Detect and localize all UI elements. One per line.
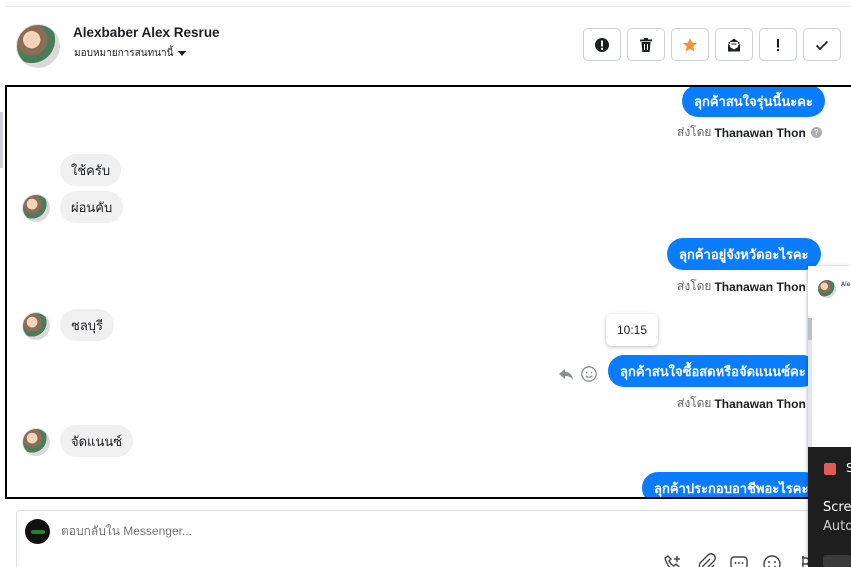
- star-icon: [682, 37, 698, 51]
- sent-by-label: ส่งโดย Thanawan Thon ?: [677, 123, 822, 142]
- timestamp-tooltip: 10:15: [606, 314, 658, 346]
- message-thread[interactable]: ลุกค้าสนใจรุ่นนี้นะคะ ส่งโดย Thanawan Th…: [5, 85, 851, 499]
- sent-by-agent: Thanawan Thon: [714, 396, 806, 411]
- mail-icon: [727, 38, 741, 51]
- help-icon[interactable]: ?: [810, 127, 822, 138]
- star-button[interactable]: [671, 28, 709, 61]
- notification-title: S: [846, 461, 851, 475]
- mark-done-button[interactable]: [803, 28, 841, 61]
- sent-by-prefix: ส่งโดย: [677, 125, 712, 139]
- composer-tools: [662, 553, 816, 567]
- notification-app-icon: [824, 463, 836, 475]
- contact-avatar-small: [22, 194, 50, 222]
- call-add-icon[interactable]: [662, 553, 684, 567]
- conversation-toolbar: [583, 28, 841, 61]
- sent-by-label: ส่งโดย Thanawan Thon: [677, 394, 806, 413]
- notification-action-button[interactable]: [823, 555, 851, 567]
- message-bubble-outgoing[interactable]: ลุกค้าอยู่จังหวัดอะไรคะ: [667, 238, 821, 270]
- notification-line-2: Auto: [823, 519, 851, 534]
- mark-unread-button[interactable]: [715, 28, 753, 61]
- delete-button[interactable]: [627, 28, 665, 61]
- check-icon: [815, 40, 829, 50]
- message-actions: [557, 365, 598, 383]
- top-divider: [6, 6, 851, 7]
- message-bubble-outgoing[interactable]: ลุกค้าประกอบอาชีพอะไรคะ: [642, 472, 821, 497]
- contact-avatar[interactable]: [16, 24, 60, 68]
- sent-by-label: ส่งโดย Thanawan Thon: [677, 277, 806, 296]
- attachment-icon[interactable]: [695, 553, 717, 567]
- trash-icon: [640, 37, 652, 52]
- mini-contact-name: Ale: [841, 281, 851, 288]
- contact-name[interactable]: Alexbaber Alex Resrue: [73, 25, 220, 40]
- assign-label: มอบหมายการสนทนานี้: [74, 48, 174, 59]
- follow-up-button[interactable]: [759, 28, 797, 61]
- scroll-rail[interactable]: [0, 112, 3, 168]
- sent-by-agent: Thanawan Thon: [714, 125, 806, 140]
- reply-composer: [16, 510, 826, 567]
- message-bubble-incoming[interactable]: ชลบุรี: [60, 309, 115, 341]
- reply-icon[interactable]: [557, 365, 575, 383]
- message-bubble-outgoing[interactable]: ลุกค้าสนใจซื้อสดหรือจัดแนนซ์คะ: [608, 355, 818, 387]
- sent-by-agent: Thanawan Thon: [714, 279, 806, 294]
- contact-avatar-small: [22, 428, 50, 456]
- reply-input[interactable]: [61, 524, 661, 538]
- mini-scrollbar[interactable]: [808, 318, 812, 340]
- emoji-react-icon[interactable]: [580, 365, 598, 383]
- message-bubble-outgoing[interactable]: ลุกค้าสนใจรุ่นนี้นะคะ: [682, 87, 825, 117]
- message-bubble-incoming[interactable]: ใช้ครับ: [60, 154, 122, 186]
- mini-scroll-track: [808, 340, 812, 450]
- caret-down-icon: [178, 51, 187, 56]
- notification-line-1: Scre: [823, 500, 851, 515]
- message-bubble-incoming[interactable]: จัดแนนซ์: [60, 425, 134, 457]
- notification-panel[interactable]: S Scre Auto: [808, 447, 851, 567]
- mini-avatar: [818, 280, 836, 298]
- page-avatar: [25, 519, 50, 544]
- alert-circle-icon: [595, 37, 609, 52]
- contact-avatar-small: [22, 312, 50, 340]
- report-spam-button[interactable]: [583, 28, 621, 61]
- message-bubble-incoming[interactable]: ผ่อนคับ: [60, 191, 124, 223]
- sent-by-prefix: ส่งโดย: [677, 396, 712, 410]
- sent-by-prefix: ส่งโดย: [677, 279, 712, 293]
- exclamation-icon: [777, 38, 779, 51]
- conversation-header: Alexbaber Alex Resrue มอบหมายการสนทนานี้: [0, 0, 851, 86]
- saved-replies-icon[interactable]: [728, 553, 750, 567]
- assign-conversation-dropdown[interactable]: มอบหมายการสนทนานี้: [74, 46, 187, 61]
- emoji-icon[interactable]: [761, 553, 783, 567]
